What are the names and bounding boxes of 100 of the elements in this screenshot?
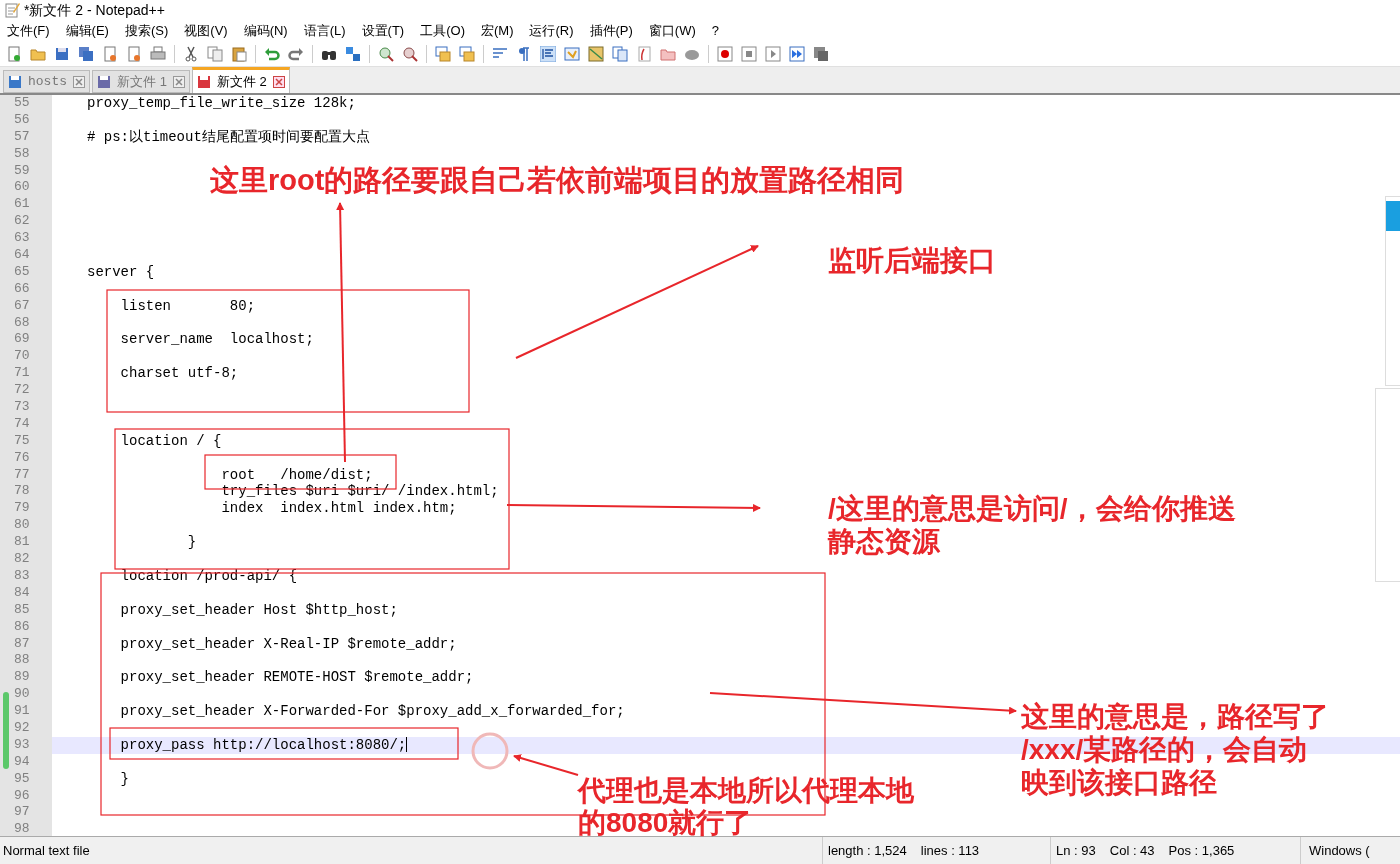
menu-item[interactable]: 插件(P) [585,21,637,41]
line-number: 97 [0,804,52,822]
status-file-type: Normal text file [2,841,91,860]
menu-item[interactable]: 设置(T) [357,21,409,41]
code-line: server_name localhost; [120,331,314,349]
menu-item[interactable]: 搜索(S) [120,21,173,41]
status-position: Pos : 1,365 [1168,841,1235,860]
line-number: 81 [0,534,52,552]
line-number: 80 [0,517,52,535]
document-icon[interactable] [102,46,118,62]
annotation-text: 这里的意思是，路径写了 /xxx/某路径的，会自动 映到该接口路径 [1021,700,1329,799]
line-number: 55 [0,95,52,112]
file-tab[interactable]: 新文件 1 [92,70,190,93]
code-line: index index.html index.htm; [221,500,457,518]
document-icon[interactable] [126,46,142,62]
floppies-icon[interactable] [78,46,94,62]
line-number: 72 [0,382,52,400]
code-line: listen 80; [120,297,256,315]
code-line: } [120,770,129,788]
line-number: 60 [0,179,52,197]
record-icon[interactable] [717,46,733,62]
scissors-icon[interactable] [183,46,199,62]
status-length: length : 1,524 [828,841,907,860]
code-line: location / { [120,432,222,450]
code-line: proxy_set_header X-Forwarded-For $proxy_add_x_forwarded_for; [120,703,625,720]
close-icon[interactable] [73,75,85,88]
menu-item[interactable]: 运行(R) [525,21,578,41]
copy-icon[interactable] [207,46,223,62]
code-line: root /home/dist; [221,466,373,484]
play-icon[interactable] [765,46,781,62]
code-line: server { [87,263,155,281]
menu-item[interactable]: 工具(O) [416,21,469,41]
line-number: 78 [0,483,52,501]
code-line: try_files $uri $uri/ /index.html; [221,483,499,501]
folder-icon[interactable] [660,46,676,62]
pilcrow-icon[interactable] [516,46,532,62]
floppy-icon [97,74,111,89]
code-line: location /prod-api/ { [120,567,298,585]
floppy-icon [196,74,211,89]
line-number: 71 [0,365,52,383]
code-line: charset utf-8; [120,365,239,383]
window-title: *新文件 2 - Notepad++ [24,0,165,20]
line-number: 89 [0,669,52,687]
line-number: 79 [0,500,52,518]
tab-label: hosts [28,72,67,91]
windows-icon[interactable] [459,46,475,62]
line-number: 69 [0,331,52,349]
magnifier-icon[interactable] [402,46,418,62]
code-line: # ps:以timeout结尾配置项时间要配置大点 [87,128,370,146]
menu-item[interactable]: 文件(F) [3,21,54,41]
menu-item[interactable]: 宏(M) [476,21,518,41]
document-icon[interactable] [6,46,22,62]
menu-item[interactable]: 编辑(E) [61,21,113,41]
status-column: Col : 43 [1109,840,1155,861]
text-cursor [406,736,408,752]
pages-icon[interactable] [612,46,628,62]
file-tab[interactable]: hosts [3,70,90,93]
menu-item[interactable]: 视图(V) [180,21,232,41]
stop-icon[interactable] [741,46,757,62]
close-icon[interactable] [172,75,185,88]
line-number: 73 [0,399,52,416]
menu-item[interactable]: 窗口(W) [644,21,700,41]
line-number: 64 [0,247,52,264]
tab-label: 新文件 2 [216,72,267,91]
clipboard-icon[interactable] [231,46,247,62]
annotation-text: 这里root的路径要跟自己若依前端项目的放置路径相同 [210,163,905,198]
annotation-text: /这里的意思是访问/，会给你推送 静态资源 [828,492,1236,558]
line-number: 90 [0,686,52,704]
close-icon[interactable] [272,75,285,88]
click-indicator [471,732,509,770]
tab-label: 新文件 1 [117,72,167,91]
arrow [513,754,579,776]
line-number: 88 [0,652,52,670]
status-line: Ln : 93 [1056,841,1096,860]
menu-item[interactable]: ? [707,21,724,41]
annotation-text: 监听后端接口 [828,244,996,278]
line-number: 63 [0,230,52,247]
menu-item[interactable]: 语言(L) [299,21,350,41]
panel-icon[interactable] [564,46,580,62]
undo-icon[interactable] [264,46,280,62]
redo-icon[interactable] [288,46,304,62]
magnifier-icon[interactable] [378,46,394,62]
floppy-icon [8,74,22,89]
function-list-icon[interactable] [636,46,652,62]
folder-icon[interactable] [30,46,46,62]
file-tab[interactable]: 新文件 2 [191,67,290,93]
fast-forward-icon[interactable] [789,46,805,62]
status-eol: Windows ( [1309,841,1370,860]
windows-icon[interactable] [435,46,451,62]
line-number: 61 [0,196,52,214]
code-line: proxy_temp_file_write_size 128k; [87,95,356,112]
floppy-icon[interactable] [54,46,70,62]
macro-list-icon[interactable] [813,46,829,62]
code-line: proxy_set_header REMOTE-HOST $remote_addr; [120,669,474,687]
code-line: proxy_set_header X-Real-IP $remote_addr; [120,635,457,653]
line-number: 62 [0,213,52,231]
code-line: } [187,534,197,552]
printer-icon[interactable] [150,46,166,62]
menu-item[interactable]: 编码(N) [239,21,292,41]
indent-guide-icon[interactable] [540,46,556,62]
